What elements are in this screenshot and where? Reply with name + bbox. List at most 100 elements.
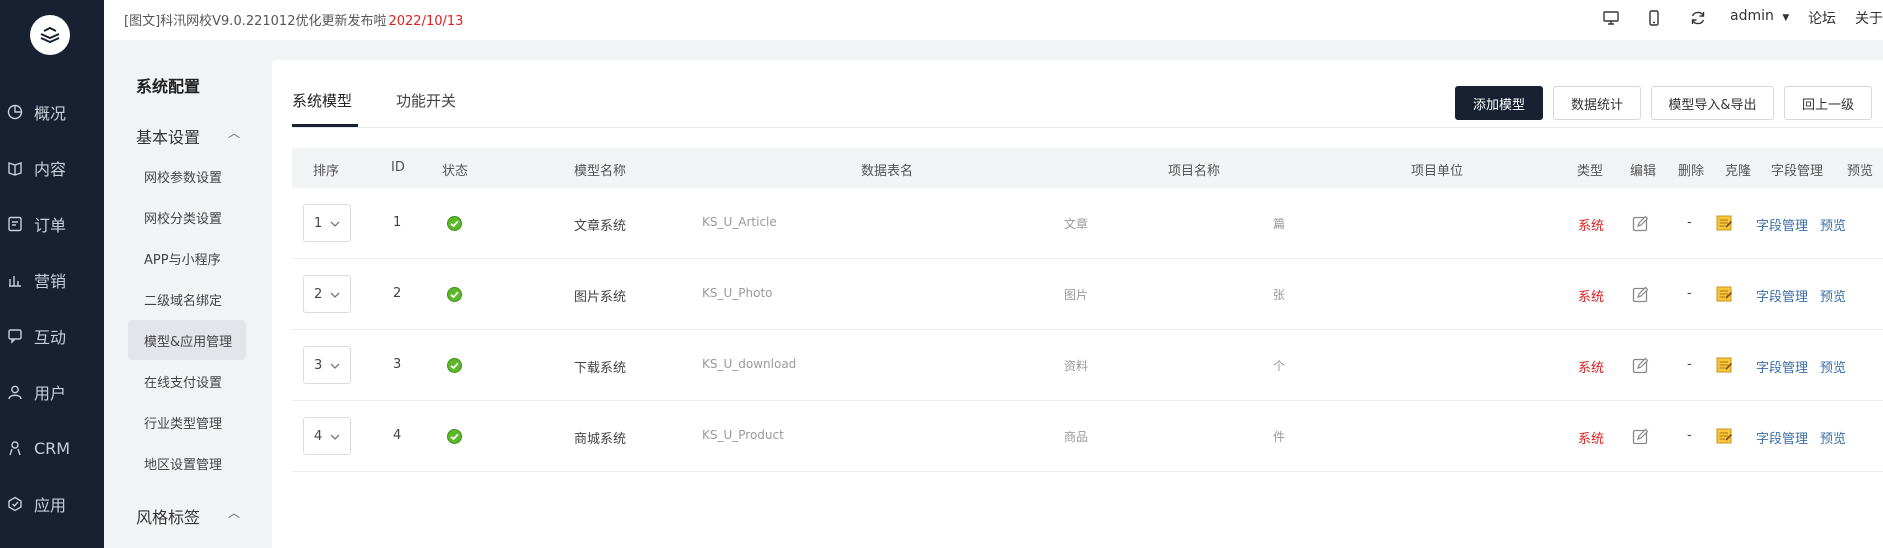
- cell-model-name: 下载系统: [574, 361, 627, 376]
- th-clone: 克隆: [1725, 164, 1752, 179]
- sort-select[interactable]: 4: [303, 417, 351, 455]
- sidebar-item-industry-types[interactable]: 行业类型管理: [128, 402, 246, 442]
- update-notice[interactable]: [图文]科汛网校V9.0.221012优化更新发布啦 2022/10/13: [124, 10, 463, 29]
- sidebar-item-model-app[interactable]: 模型&应用管理: [128, 320, 246, 360]
- cell-id: 1: [393, 215, 402, 230]
- cell-item-unit: 件: [1273, 430, 1286, 444]
- cell-model-name: 商城系统: [574, 432, 627, 447]
- caret-down-icon: ▼: [1782, 13, 1790, 23]
- tab-feature-switch[interactable]: 功能开关: [396, 90, 456, 111]
- preview-link[interactable]: 预览: [1820, 215, 1846, 234]
- clone-icon[interactable]: [1716, 214, 1733, 231]
- sidebar-item-label: 地区设置管理: [144, 457, 223, 473]
- user-menu[interactable]: admin ▼: [1730, 8, 1789, 24]
- pie-chart-icon: [6, 103, 24, 121]
- nav-item-orders[interactable]: 订单: [0, 204, 104, 244]
- cell-type: 系统: [1578, 290, 1605, 305]
- nav-item-crm[interactable]: CRM: [0, 428, 104, 468]
- sidebar-title: 系统配置: [136, 77, 201, 96]
- preview-link[interactable]: 预览: [1820, 428, 1846, 447]
- user-name: admin: [1730, 8, 1774, 24]
- th-preview: 预览: [1847, 164, 1874, 179]
- back-button[interactable]: 回上一级: [1784, 86, 1872, 120]
- preview-link[interactable]: 预览: [1820, 286, 1846, 305]
- main-nav: 概况 内容 订单 营销 互动 用户 CRM 应用: [0, 0, 104, 548]
- cell-item-unit: 个: [1273, 359, 1286, 373]
- logo-icon[interactable]: [30, 15, 70, 55]
- desktop-icon[interactable]: [1601, 8, 1621, 28]
- group-label: 风格标签: [136, 508, 201, 527]
- cell-item-unit: 张: [1273, 288, 1286, 302]
- chevron-down-icon: [330, 430, 340, 445]
- sidebar-item-app-miniprogram[interactable]: APP与小程序: [128, 238, 246, 278]
- cell-type: 系统: [1578, 432, 1605, 447]
- cell-table-name: KS_U_Article: [702, 215, 777, 229]
- clone-icon[interactable]: [1716, 356, 1733, 373]
- nav-item-interaction[interactable]: 互动: [0, 316, 104, 356]
- field-manage-link[interactable]: 字段管理: [1756, 286, 1808, 305]
- tab-system-model[interactable]: 系统模型: [292, 90, 352, 111]
- chevron-down-icon: [330, 288, 340, 303]
- th-delete: 删除: [1678, 164, 1705, 179]
- nav-item-apps[interactable]: 应用: [0, 484, 104, 524]
- about-link[interactable]: 关于: [1855, 8, 1883, 28]
- data-stats-button[interactable]: 数据统计: [1553, 86, 1641, 120]
- nav-label: 内容: [34, 160, 67, 179]
- sort-value: 1: [314, 215, 323, 231]
- top-bar: [图文]科汛网校V9.0.221012优化更新发布啦 2022/10/13 adm…: [104, 0, 1883, 40]
- clone-icon[interactable]: [1716, 285, 1733, 302]
- app-icon: [6, 495, 24, 513]
- cell-delete: -: [1687, 215, 1692, 230]
- th-fields: 字段管理: [1771, 164, 1824, 179]
- nav-item-overview[interactable]: 概况: [0, 92, 104, 132]
- forum-link[interactable]: 论坛: [1808, 8, 1836, 28]
- group-label: 基本设置: [136, 128, 201, 147]
- cell-model-name: 图片系统: [574, 290, 627, 305]
- nav-item-content[interactable]: 内容: [0, 148, 104, 188]
- sidebar-item-subdomain[interactable]: 二级域名绑定: [128, 279, 246, 319]
- cell-item-name: 资料: [1064, 359, 1089, 373]
- nav-item-users[interactable]: 用户: [0, 372, 104, 412]
- table-row: 3 3 下载系统 KS_U_download 资料 个 系统 - 字段管理 预览: [292, 330, 1883, 401]
- status-active-icon[interactable]: [447, 287, 462, 302]
- sidebar-group-basic[interactable]: 基本设置 ︿: [136, 124, 240, 148]
- edit-icon[interactable]: [1632, 215, 1649, 232]
- status-active-icon[interactable]: [447, 429, 462, 444]
- edit-icon[interactable]: [1632, 428, 1649, 445]
- marketing-icon: [6, 271, 24, 289]
- th-id: ID: [391, 160, 405, 175]
- order-icon: [6, 215, 24, 233]
- cell-table-name: KS_U_Product: [702, 428, 784, 442]
- sidebar-item-label: 网校参数设置: [144, 170, 223, 186]
- status-active-icon[interactable]: [447, 216, 462, 231]
- sidebar-group-style-tags[interactable]: 风格标签 ︿: [136, 504, 240, 528]
- add-model-button[interactable]: 添加模型: [1455, 86, 1543, 120]
- sidebar-item-school-categories[interactable]: 网校分类设置: [128, 197, 246, 237]
- field-manage-link[interactable]: 字段管理: [1756, 215, 1808, 234]
- cell-item-name: 商品: [1064, 430, 1089, 444]
- import-export-button[interactable]: 模型导入&导出: [1651, 86, 1774, 120]
- field-manage-link[interactable]: 字段管理: [1756, 357, 1808, 376]
- notice-text: [图文]科汛网校V9.0.221012优化更新发布啦: [124, 14, 387, 29]
- edit-icon[interactable]: [1632, 286, 1649, 303]
- sidebar-item-online-payment[interactable]: 在线支付设置: [128, 361, 246, 401]
- sort-select[interactable]: 2: [303, 275, 351, 313]
- sort-select[interactable]: 3: [303, 346, 351, 384]
- table-row: 1 1 文章系统 KS_U_Article 文章 篇 系统 - 字段管理 预览: [292, 188, 1883, 259]
- status-active-icon[interactable]: [447, 358, 462, 373]
- sidebar-item-label: 网校分类设置: [144, 211, 223, 227]
- sort-select[interactable]: 1: [303, 204, 351, 242]
- sidebar-item-label: 行业类型管理: [144, 416, 223, 432]
- refresh-icon[interactable]: [1688, 8, 1708, 28]
- sort-value: 2: [314, 286, 323, 302]
- sort-value: 4: [314, 428, 323, 444]
- cell-item-name: 文章: [1064, 217, 1089, 231]
- edit-icon[interactable]: [1632, 357, 1649, 374]
- field-manage-link[interactable]: 字段管理: [1756, 428, 1808, 447]
- clone-icon[interactable]: [1716, 427, 1733, 444]
- mobile-icon[interactable]: [1644, 8, 1664, 28]
- nav-item-marketing[interactable]: 营销: [0, 260, 104, 300]
- sidebar-item-region-settings[interactable]: 地区设置管理: [128, 443, 246, 483]
- preview-link[interactable]: 预览: [1820, 357, 1846, 376]
- sidebar-item-school-params[interactable]: 网校参数设置: [128, 156, 246, 196]
